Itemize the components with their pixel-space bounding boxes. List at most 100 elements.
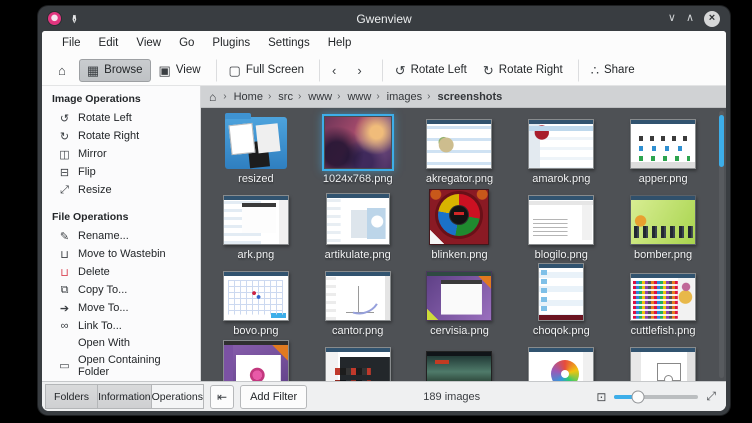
slider-knob[interactable]	[631, 390, 644, 403]
toolbar-button[interactable]: ↺ Rotate Left	[382, 59, 475, 82]
toolbar-button[interactable]: ▢ Full Screen	[216, 59, 312, 82]
thumbnail-image[interactable]	[528, 119, 594, 169]
toolbar-button[interactable]: ▣ View	[151, 59, 209, 82]
thumbnail-image[interactable]	[426, 271, 492, 321]
sidebar-tab[interactable]: Folders	[45, 384, 98, 409]
thumbnail-cell[interactable]: bomber.png	[612, 187, 714, 263]
thumbnail-cell[interactable]: resized	[205, 111, 307, 187]
thumbnail-cell[interactable]: dolphin.png	[307, 339, 409, 381]
sidebar-action-item[interactable]: ∞ Link To...	[42, 317, 200, 334]
thumbnail-cell[interactable]: artikulate.png	[307, 187, 409, 263]
breadcrumb-segment-label[interactable]: src	[276, 90, 295, 104]
thumbnail-cell[interactable]: ark.png	[205, 187, 307, 263]
sidebar-action-item[interactable]: ⤢ Resize	[42, 181, 200, 199]
thumbnail-bar-toggle-button[interactable]: ⇤	[210, 385, 234, 409]
thumbnail-cell[interactable]: apper.png	[612, 111, 714, 187]
thumbnail-size-slider[interactable]	[614, 395, 698, 399]
sidebar-action-item[interactable]: ⧉ Copy To...	[42, 281, 200, 299]
thumbnail-cell[interactable]: cervisia.png	[409, 263, 511, 339]
scrollbar-thumb[interactable]	[719, 115, 724, 167]
sidebar-action-icon: ↺	[58, 112, 71, 125]
thumbnail-cell[interactable]: bovo.png	[205, 263, 307, 339]
thumbnail-cell[interactable]: filelight.png	[510, 339, 612, 381]
thumbnail-image[interactable]	[325, 271, 391, 321]
thumbnail-image[interactable]	[223, 271, 289, 321]
menu-item[interactable]: Settings	[260, 34, 318, 52]
sidebar-action-item[interactable]: ⊟ Flip	[42, 163, 200, 181]
breadcrumb-home-icon[interactable]: ⌂	[209, 90, 216, 104]
minimize-button[interactable]: ∨	[668, 13, 676, 24]
thumbnail-cell[interactable]: dragonplayer.png	[409, 339, 511, 381]
breadcrumb-segment-label[interactable]: www	[345, 90, 373, 104]
thumbnail-image[interactable]	[223, 195, 289, 245]
sidebar-action-item[interactable]: ↺ Rotate Left	[42, 109, 200, 127]
thumbnail-image[interactable]	[528, 347, 594, 381]
breadcrumb-segment-label[interactable]: images	[385, 90, 424, 104]
menu-item[interactable]: File	[54, 34, 89, 52]
sidebar-action-item[interactable]: ✎ Rename...	[42, 227, 200, 245]
close-button[interactable]: ×	[704, 11, 720, 27]
thumbnail-image[interactable]	[324, 116, 392, 169]
thumbnail-image[interactable]	[528, 195, 594, 245]
sidebar-action-icon: ⤢	[58, 184, 71, 197]
thumbnail-image[interactable]	[223, 340, 289, 381]
zoom-fit-icon[interactable]: ⤢	[706, 389, 716, 404]
sidebar-action-item[interactable]: ↻ Rotate Right	[42, 127, 200, 145]
sidebar-action-icon: ◫	[58, 148, 71, 161]
titlebar[interactable]: ✒ Gwenview ∨ ∧ ×	[38, 6, 730, 31]
thumbnail-cell[interactable]: gwenview.png	[612, 339, 714, 381]
menu-item[interactable]: View	[128, 34, 169, 52]
scrollbar-track[interactable]	[719, 111, 724, 378]
sidebar-tab[interactable]: Information	[97, 384, 152, 409]
thumbnail-image[interactable]	[426, 119, 492, 169]
sidebar-action-item[interactable]: Open With	[42, 334, 200, 351]
breadcrumb-segment-label[interactable]: www	[306, 90, 334, 104]
toolbar-button[interactable]: ∴ Share	[578, 59, 643, 82]
menu-item[interactable]: Edit	[91, 34, 127, 52]
zoom-to-small-thumbnails-icon[interactable]: ⊡	[596, 390, 606, 404]
maximize-button[interactable]: ∧	[686, 13, 694, 24]
thumbnail-image[interactable]	[538, 263, 584, 321]
breadcrumb-segment-label[interactable]: Home	[232, 90, 265, 104]
thumbnail-image[interactable]	[326, 193, 390, 245]
toolbar-button[interactable]: ▦ Browse	[79, 59, 151, 82]
sidebar-action-item[interactable]: ➔ Move To...	[42, 299, 200, 317]
thumbnail-label: ark.png	[238, 249, 275, 261]
sidebar-action-icon: ▭	[58, 359, 71, 372]
thumbnail-cell[interactable]: amarok.png	[510, 111, 612, 187]
thumbnail-cell[interactable]: digikam.png	[205, 339, 307, 381]
sidebar-action-item[interactable]: ◫ Mirror	[42, 145, 200, 163]
add-filter-button[interactable]: Add Filter	[240, 385, 307, 409]
sidebar-action-item[interactable]: ▭ Open Containing Folder	[42, 351, 200, 380]
menu-item[interactable]: Go	[171, 34, 202, 52]
chevron-right-icon: ›	[295, 91, 304, 102]
thumbnail-cell[interactable]: blinken.png	[409, 187, 511, 263]
breadcrumb-segment: › www	[334, 90, 373, 104]
toolbar-button[interactable]: ↻ Rotate Right	[475, 59, 571, 82]
thumbnail-cell[interactable]: cantor.png	[307, 263, 409, 339]
toolbar-button[interactable]: ⌂	[50, 59, 79, 82]
thumbnail-cell[interactable]: blogilo.png	[510, 187, 612, 263]
thumbnail-cell[interactable]: 1024x768.png	[307, 111, 409, 187]
menu-item[interactable]: Plugins	[204, 34, 258, 52]
thumbnail-label: blogilo.png	[535, 249, 588, 261]
toolbar-button[interactable]: ‹	[319, 59, 349, 82]
thumbnail-image[interactable]	[429, 189, 489, 245]
sidebar-action-item[interactable]: ⊔ Delete	[42, 263, 200, 281]
thumbnail-image[interactable]	[225, 117, 287, 169]
pin-icon[interactable]: ✒	[68, 13, 80, 23]
menu-item[interactable]: Help	[320, 34, 360, 52]
thumbnail-image[interactable]	[325, 347, 391, 381]
thumbnail-image[interactable]	[630, 195, 696, 245]
thumbnail-cell[interactable]: cuttlefish.png	[612, 263, 714, 339]
thumbnail-image[interactable]	[426, 351, 492, 381]
thumbnail-cell[interactable]: akregator.png	[409, 111, 511, 187]
thumbnail-cell[interactable]: choqok.png	[510, 263, 612, 339]
thumbnail-image[interactable]	[630, 273, 696, 321]
thumbnail-image[interactable]	[630, 119, 696, 169]
sidebar-tab[interactable]: Operations	[151, 384, 204, 409]
sidebar-action-item[interactable]: ⊔ Move to Wastebin	[42, 245, 200, 263]
toolbar-button[interactable]: ›	[349, 59, 374, 82]
thumbnail-image[interactable]	[630, 347, 696, 381]
breadcrumb-segment-label[interactable]: screenshots	[435, 90, 504, 104]
